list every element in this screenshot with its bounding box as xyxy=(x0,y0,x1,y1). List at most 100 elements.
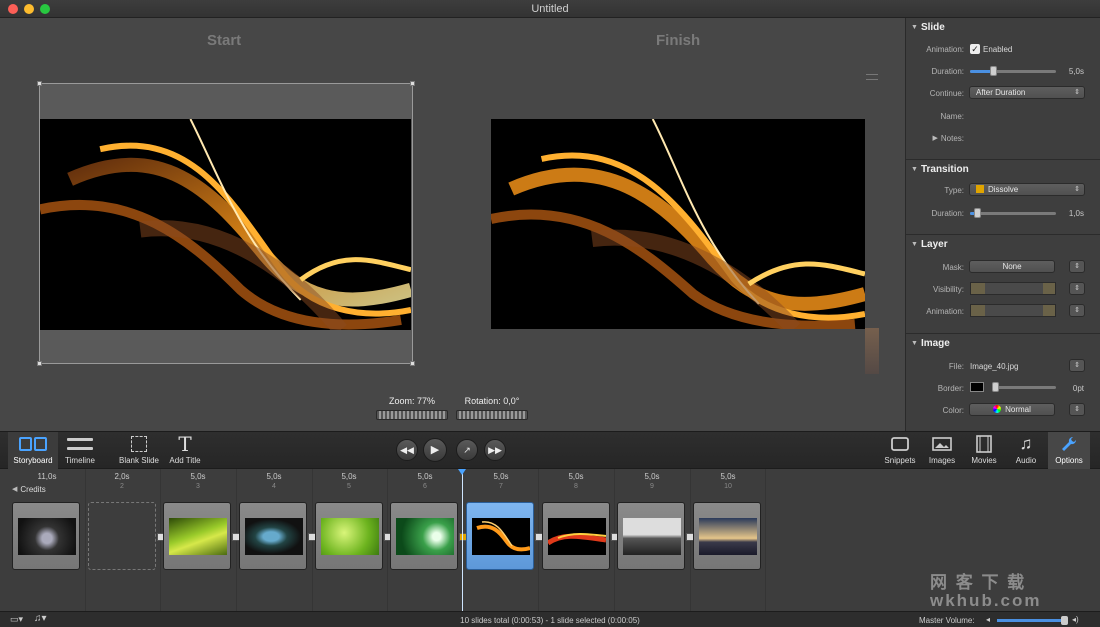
music-note-icon: ♫ xyxy=(1019,434,1033,453)
transition-section: ▼ Transition Type: Dissolve ⇕ Duration: 1,… xyxy=(906,160,1100,235)
options-button[interactable]: Options xyxy=(1048,432,1090,469)
play-button[interactable]: ▶ xyxy=(423,438,447,462)
animation-stepper[interactable]: ⇕ xyxy=(1069,304,1085,317)
animation-ramp[interactable] xyxy=(970,304,1056,317)
slide-3-thumbnail xyxy=(169,518,227,555)
timeline-button[interactable]: Timeline xyxy=(58,432,102,469)
fast-forward-button[interactable]: ▶▶ xyxy=(484,439,506,461)
resize-handle-top-left[interactable] xyxy=(37,81,42,86)
slide-9[interactable] xyxy=(617,502,685,570)
transition-duration-value: 1,0s xyxy=(1068,209,1084,218)
notes-label[interactable]: ▶ Notes: xyxy=(906,134,964,143)
layer-animation-label: Animation: xyxy=(926,307,964,316)
visibility-ramp[interactable] xyxy=(970,282,1056,295)
slide-number-9: 9 xyxy=(650,483,654,490)
zoom-wheel[interactable] xyxy=(376,410,448,420)
border-slider[interactable] xyxy=(992,382,1056,392)
mask-stepper[interactable]: ⇕ xyxy=(1069,260,1085,273)
transition-type-popup[interactable]: Dissolve ⇕ xyxy=(969,183,1085,196)
finish-image[interactable] xyxy=(491,119,865,329)
share-button[interactable]: ↗ xyxy=(456,439,478,461)
resize-handle-bottom-left[interactable] xyxy=(37,361,42,366)
dissolve-icon xyxy=(976,185,984,193)
slide-10[interactable] xyxy=(693,502,761,570)
finish-label: Finish xyxy=(656,32,701,49)
resize-handle-bottom-right[interactable] xyxy=(410,361,415,366)
rewind-button[interactable]: ◀◀ xyxy=(396,439,418,461)
slide-8[interactable] xyxy=(542,502,610,570)
audio-button[interactable]: ♫ Audio xyxy=(1006,432,1046,469)
rotation-label: Rotation: 0,0° xyxy=(464,396,520,406)
slide-duration-thumb[interactable] xyxy=(990,66,997,76)
layer-section: ▼ Layer Mask: None ⇕ Visibility: ⇕ Animat… xyxy=(906,235,1100,334)
slide-6-thumbnail xyxy=(396,518,454,555)
zoom-control[interactable]: Zoom: 77% xyxy=(376,396,448,420)
slide-section-header[interactable]: ▼ Slide xyxy=(911,22,945,33)
slide-3[interactable] xyxy=(163,502,231,570)
slide-6[interactable] xyxy=(390,502,458,570)
slide-number-2: 2 xyxy=(120,483,124,490)
snippets-button[interactable]: Snippets xyxy=(880,432,920,469)
preview-canvas: Start Finish Zoom: 77% Rotation: 0,0° xyxy=(0,18,905,431)
animation-label: Animation: xyxy=(926,45,964,54)
blank-slide-button[interactable]: Blank Slide xyxy=(114,432,164,469)
slide-duration-7: 5,0s xyxy=(493,472,509,481)
add-title-button[interactable]: T Add Title xyxy=(164,432,206,469)
transition-duration-slider[interactable] xyxy=(970,208,1056,218)
slide-4[interactable] xyxy=(239,502,307,570)
slide-duration-2: 2,0s xyxy=(114,472,130,481)
color-button[interactable]: Normal xyxy=(969,403,1055,416)
start-image xyxy=(40,119,411,330)
popup-arrows-icon: ⇕ xyxy=(1074,186,1080,193)
movies-button[interactable]: Movies xyxy=(964,432,1004,469)
slide-number-5: 5 xyxy=(347,483,351,490)
movies-icon xyxy=(976,435,992,453)
border-thumb[interactable] xyxy=(992,382,999,392)
title-bar: Untitled xyxy=(0,0,1100,18)
slide-5-thumbnail xyxy=(321,518,379,555)
slide-1[interactable] xyxy=(12,502,80,570)
transition-section-header[interactable]: ▼ Transition xyxy=(911,164,969,175)
enabled-checkbox[interactable]: ✓ xyxy=(970,44,980,54)
disclosure-triangle-icon: ▼ xyxy=(911,166,918,173)
border-color-swatch[interactable] xyxy=(970,382,984,392)
resize-handle-top-right[interactable] xyxy=(410,81,415,86)
visibility-stepper[interactable]: ⇕ xyxy=(1069,282,1085,295)
rotation-wheel[interactable] xyxy=(456,410,528,420)
share-icon: ↗ xyxy=(463,445,471,455)
mask-label: Mask: xyxy=(942,263,964,272)
blank-slide-icon xyxy=(131,436,147,452)
column-divider xyxy=(85,469,86,611)
storyboard-button[interactable]: Storyboard xyxy=(8,432,58,469)
slide-5[interactable] xyxy=(315,502,383,570)
inspector-panel: ▼ Slide Animation: ✓ Enabled Duration: 5,… xyxy=(905,18,1100,431)
credits-label[interactable]: ◀ Credits xyxy=(12,485,46,494)
slide-duration-slider[interactable] xyxy=(970,66,1056,76)
slide-number-10: 10 xyxy=(724,483,732,490)
playhead[interactable] xyxy=(458,469,466,611)
volume-high-icon: ◂) xyxy=(1072,615,1079,624)
start-frame[interactable] xyxy=(37,81,415,366)
transition-section-title: Transition xyxy=(920,164,969,175)
master-volume-slider[interactable] xyxy=(997,616,1068,625)
layer-section-header[interactable]: ▼ Layer xyxy=(911,239,948,250)
slide-7-selected[interactable] xyxy=(466,502,534,570)
slide-4-thumbnail xyxy=(245,518,303,555)
slide-2-blank[interactable] xyxy=(88,502,156,570)
images-button[interactable]: Images xyxy=(922,432,962,469)
rotation-control[interactable]: Rotation: 0,0° xyxy=(456,396,528,420)
slide-duration-8: 5,0s xyxy=(568,472,584,481)
file-value: Image_40.jpg xyxy=(970,362,1019,371)
master-volume-fill xyxy=(997,619,1064,622)
color-stepper[interactable]: ⇕ xyxy=(1069,403,1085,416)
transition-duration-thumb[interactable] xyxy=(974,208,981,218)
slide-section: ▼ Slide Animation: ✓ Enabled Duration: 5,… xyxy=(906,18,1100,160)
image-overflow xyxy=(865,328,879,374)
file-stepper[interactable]: ⇕ xyxy=(1069,359,1085,372)
image-section-header[interactable]: ▼ Image xyxy=(911,338,950,349)
continue-popup[interactable]: After Duration ⇕ xyxy=(969,86,1085,99)
slide-number-3: 3 xyxy=(196,483,200,490)
mask-button[interactable]: None xyxy=(969,260,1055,273)
master-volume-thumb[interactable] xyxy=(1061,616,1068,625)
slide-duration-9: 5,0s xyxy=(644,472,660,481)
